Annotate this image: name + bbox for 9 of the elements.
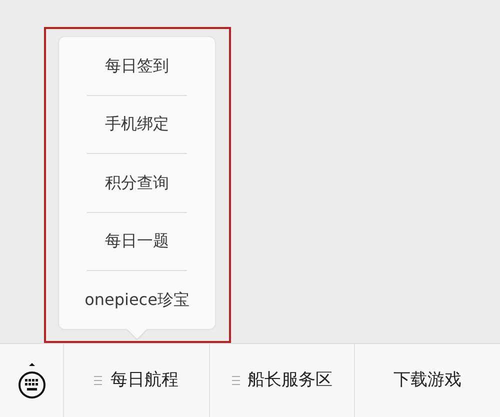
menu-item[interactable]: 手机绑定	[105, 112, 169, 136]
menu-tab[interactable]: 每日航程	[64, 344, 210, 417]
menu-item[interactable]: 每日签到	[105, 54, 169, 78]
keyboard-icon[interactable]	[18, 362, 46, 400]
menu-item[interactable]: 每日一题	[105, 229, 169, 254]
menu-tab[interactable]: 下载游戏	[355, 344, 500, 417]
menu-item[interactable]: 积分查询	[105, 170, 169, 195]
menu-item[interactable]: onepiece珍宝	[84, 288, 190, 312]
menu-tab[interactable]: 船长服务区	[210, 344, 356, 417]
